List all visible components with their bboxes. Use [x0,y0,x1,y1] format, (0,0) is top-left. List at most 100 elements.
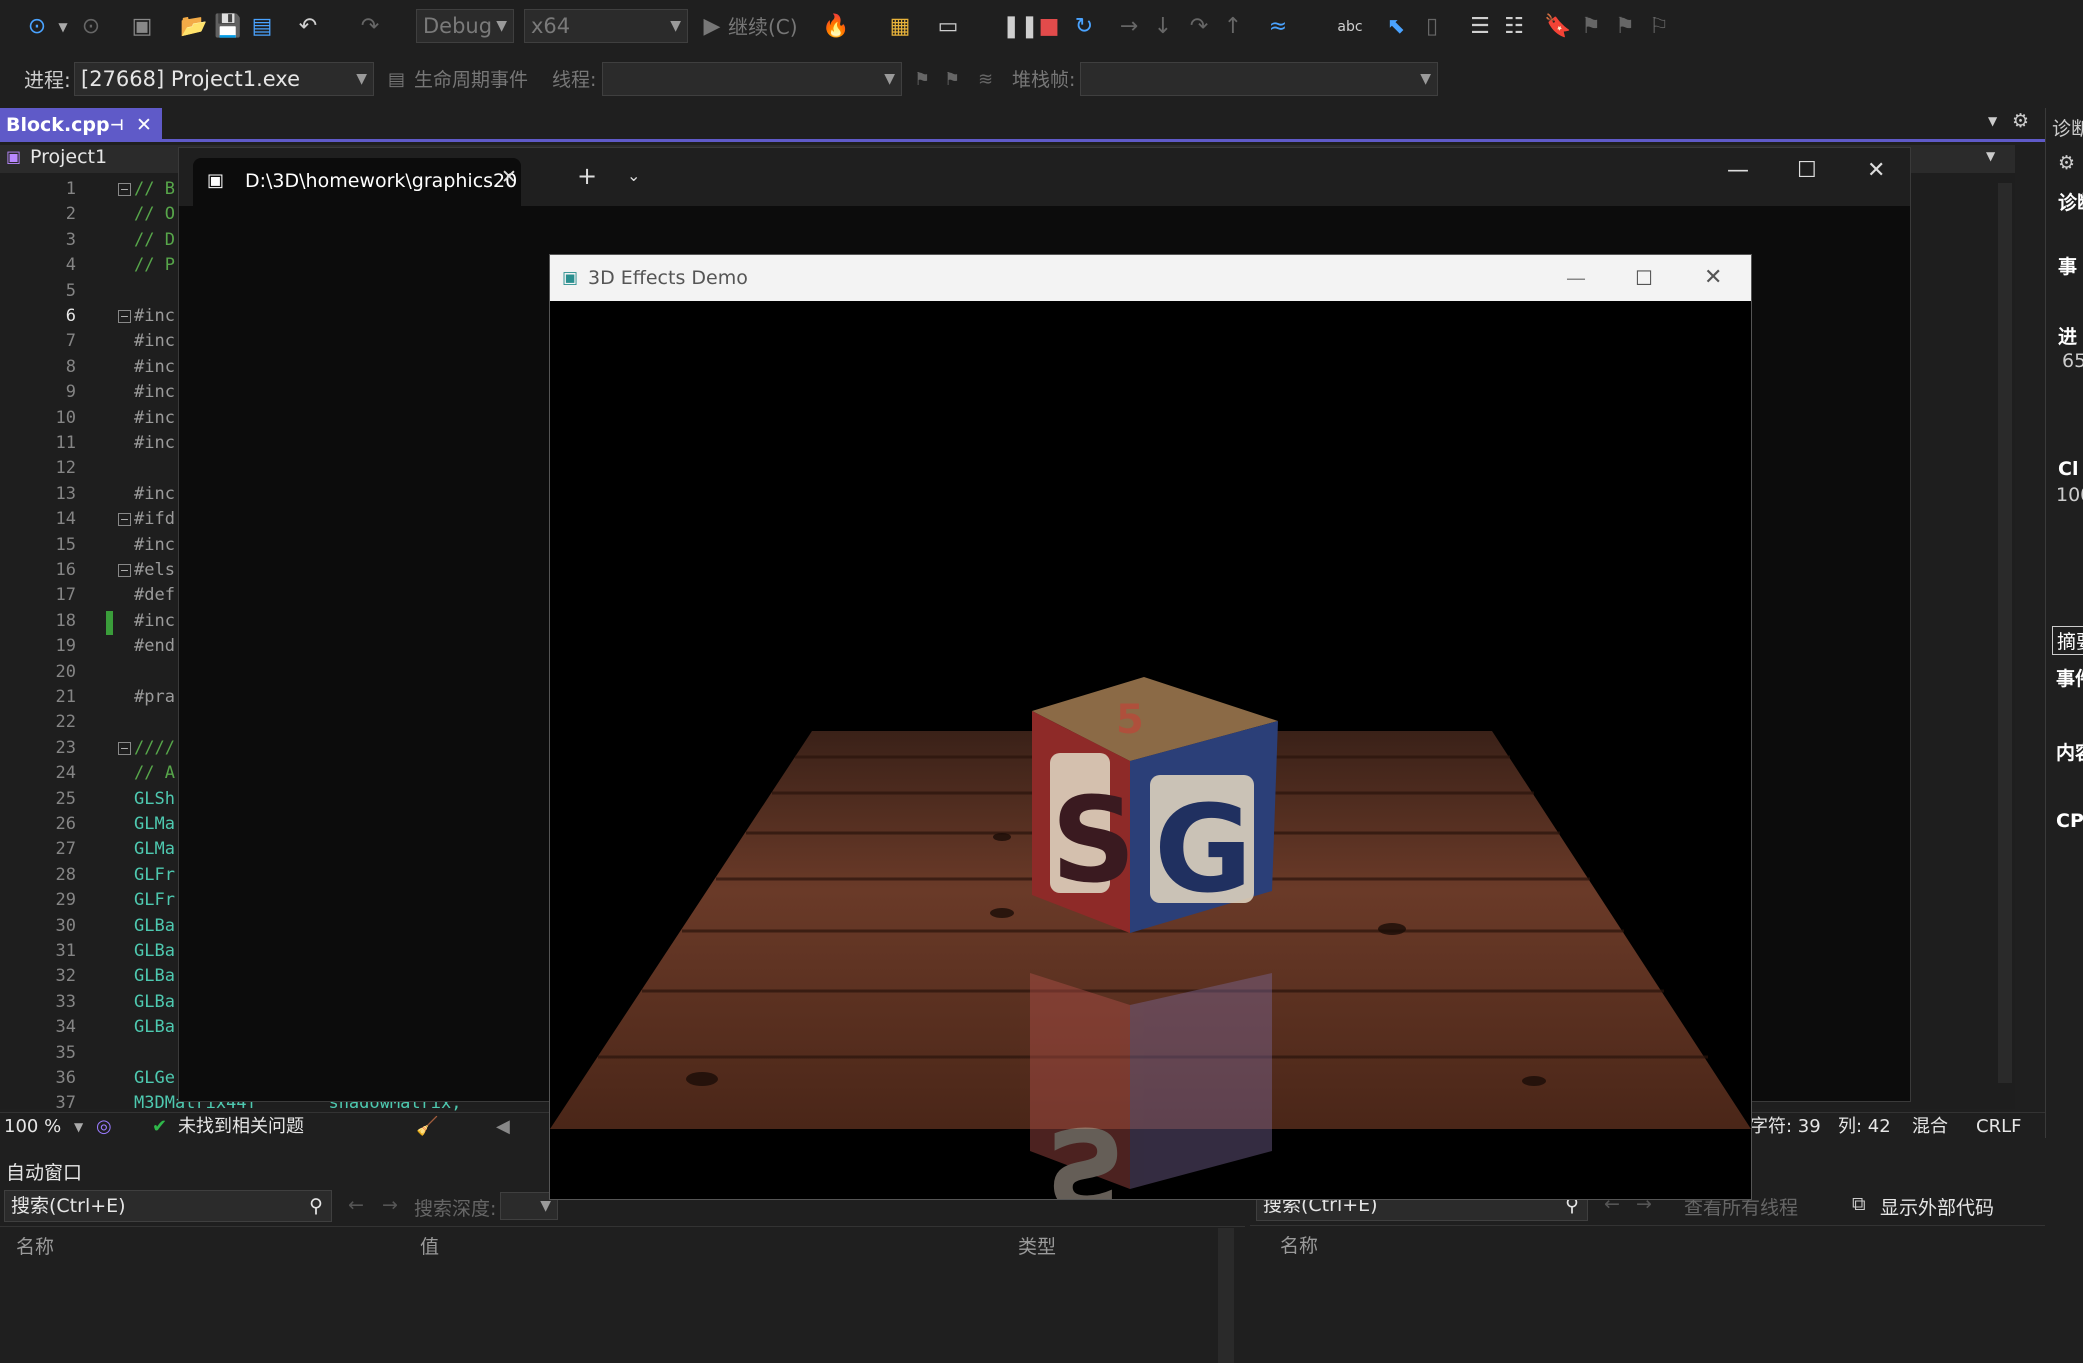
pause-icon[interactable]: ❚❚ [1002,14,1039,40]
code-line[interactable]: // A [134,763,175,783]
autos-col-value[interactable]: 值 [420,1232,439,1259]
gear-icon[interactable]: ⚙ [2012,110,2029,132]
process-combo[interactable]: [27668] Project1.exe ▼ [74,62,374,96]
code-line[interactable]: #inc [134,611,175,631]
lifecycle-icon[interactable]: ▤ [388,66,405,94]
project-name[interactable]: Project1 [30,146,107,168]
show-external-code-button[interactable]: 显示外部代码 [1880,1193,1994,1220]
diag-cpu-label[interactable]: Cl [2058,458,2078,480]
autos-scrollbar[interactable] [1218,1228,1234,1363]
new-tab-icon[interactable]: + [577,162,597,190]
close-icon[interactable]: ✕ [1704,255,1722,301]
tab-block-cpp[interactable]: Block.cpp ⊣ ✕ [0,108,162,142]
issues-status[interactable]: 未找到相关问题 [178,1113,304,1141]
lifecycle-events-button[interactable]: 生命周期事件 [414,66,528,94]
fold-toggle-icon[interactable]: − [118,741,131,755]
vertical-scrollbar[interactable] [1998,183,2012,1083]
code-line[interactable]: #ifd [134,509,175,529]
close-icon[interactable]: ✕ [1867,158,1885,183]
code-line[interactable]: #inc [134,484,175,504]
restart-icon[interactable]: ↻ [1070,14,1098,40]
search-icon[interactable]: ⚲ [309,1191,323,1221]
step-out-icon[interactable]: ↑ [1220,14,1246,40]
flag-icon[interactable]: ⚑ [914,66,930,94]
bookmark-clear-icon[interactable]: ⚐ [1646,14,1672,40]
new-project-icon[interactable]: ▣ [128,14,156,40]
open-folder-icon[interactable]: 📂 [180,14,208,40]
code-line[interactable]: GLBa [134,1017,175,1037]
code-line[interactable]: GLSh [134,789,175,809]
play-icon[interactable]: ▶ [700,14,724,40]
tab-list-dropdown-icon[interactable]: ▼ [1988,114,1997,128]
stackframe-combo[interactable]: ▼ [1080,62,1438,96]
zoom-level[interactable]: 100 % [4,1113,61,1141]
continue-button[interactable]: 继续(C) [728,14,798,40]
minimize-icon[interactable]: — [1566,255,1586,301]
code-line[interactable]: GLBa [134,941,175,961]
char-position[interactable]: 字符: 39 [1750,1113,1821,1141]
back-icon[interactable]: ⊙ [24,14,50,40]
clipboard-icon[interactable]: ▯ [1418,14,1446,40]
code-line[interactable]: GLFr [134,865,175,885]
code-line[interactable]: // D [134,230,175,250]
spell-check-icon[interactable]: abc [1336,14,1364,40]
col-position[interactable]: 列: 42 [1838,1113,1891,1141]
code-line[interactable]: GLBa [134,916,175,936]
copilot-icon[interactable]: ◎ [96,1113,112,1141]
fold-toggle-icon[interactable]: − [118,564,131,577]
diag-events-label[interactable]: 事 [2058,252,2077,279]
line-ending[interactable]: CRLF [1976,1113,2021,1141]
code-line[interactable]: #pra [134,687,175,707]
back-arrow-icon[interactable]: ← [348,1194,364,1216]
platform-combo[interactable]: x64 ▼ [524,9,688,43]
indent-icon[interactable]: ☰ [1466,14,1494,40]
code-line[interactable]: #els [134,560,175,580]
members-dropdown-icon[interactable]: ▼ [1986,149,1995,163]
layout-icon[interactable]: ▭ [934,14,962,40]
cleanup-icon[interactable]: 🧹 [416,1113,438,1141]
minimize-icon[interactable]: — [1727,158,1749,183]
whitespace-mode[interactable]: 混合 [1912,1113,1948,1141]
autos-col-type[interactable]: 类型 [1018,1232,1056,1259]
forward-arrow-icon[interactable]: → [382,1194,398,1216]
terminal-tab[interactable]: ▣ D:\3D\homework\graphics20 [193,158,521,206]
code-line[interactable]: // B [134,179,175,199]
code-line[interactable]: #inc [134,306,175,326]
bookmark-icon[interactable]: 🔖 [1544,14,1571,40]
thread-combo[interactable]: ▼ [602,62,902,96]
config-combo[interactable]: Debug ▼ [416,9,514,43]
close-icon[interactable]: ✕ [136,108,152,142]
flag-threads-icon[interactable]: ⚑ [944,66,960,94]
code-line[interactable]: #inc [134,331,175,351]
pin-icon[interactable]: ⊣ [110,108,124,142]
maximize-icon[interactable]: ☐ [1797,158,1817,183]
bookmark-prev-icon[interactable]: ⚑ [1578,14,1604,40]
autos-col-name[interactable]: 名称 [16,1232,54,1259]
code-line[interactable]: #def [134,585,175,605]
show-threads-icon[interactable]: ≋ [978,66,993,94]
diag-summary-tab[interactable]: 摘要 [2052,626,2083,655]
code-line[interactable]: GLMa [134,814,175,834]
show-next-statement-icon[interactable]: → [1116,14,1142,40]
code-line[interactable]: // P [134,255,175,275]
browse-icon[interactable]: ▦ [886,14,914,40]
settings-icon[interactable]: ⚙ [2058,152,2075,174]
step-into-icon[interactable]: ↓ [1150,14,1176,40]
code-line[interactable]: #inc [134,535,175,555]
fold-toggle-icon[interactable]: − [118,310,131,323]
maximize-icon[interactable]: ☐ [1635,255,1653,301]
code-line[interactable]: #inc [134,433,175,453]
save-all-icon[interactable]: ▤ [248,14,276,40]
diagnostic-icon[interactable]: ≈ [1264,14,1292,40]
zoom-dropdown-icon[interactable]: ▼ [74,1113,83,1141]
hot-reload-icon[interactable]: 🔥 [822,14,850,40]
fold-toggle-icon[interactable]: − [118,513,131,527]
back-dropdown-icon[interactable]: ▼ [56,14,70,40]
autos-search-input[interactable]: 搜索(Ctrl+E) ⚲ [4,1190,332,1222]
comment-icon[interactable]: ☷ [1500,14,1528,40]
redo-icon[interactable]: ↷ [356,14,384,40]
fold-toggle-icon[interactable]: − [118,183,131,196]
code-line[interactable]: GLGe [134,1068,175,1088]
code-line[interactable]: //// [134,738,175,758]
diag-process-memory-label[interactable]: 进 [2058,322,2077,349]
